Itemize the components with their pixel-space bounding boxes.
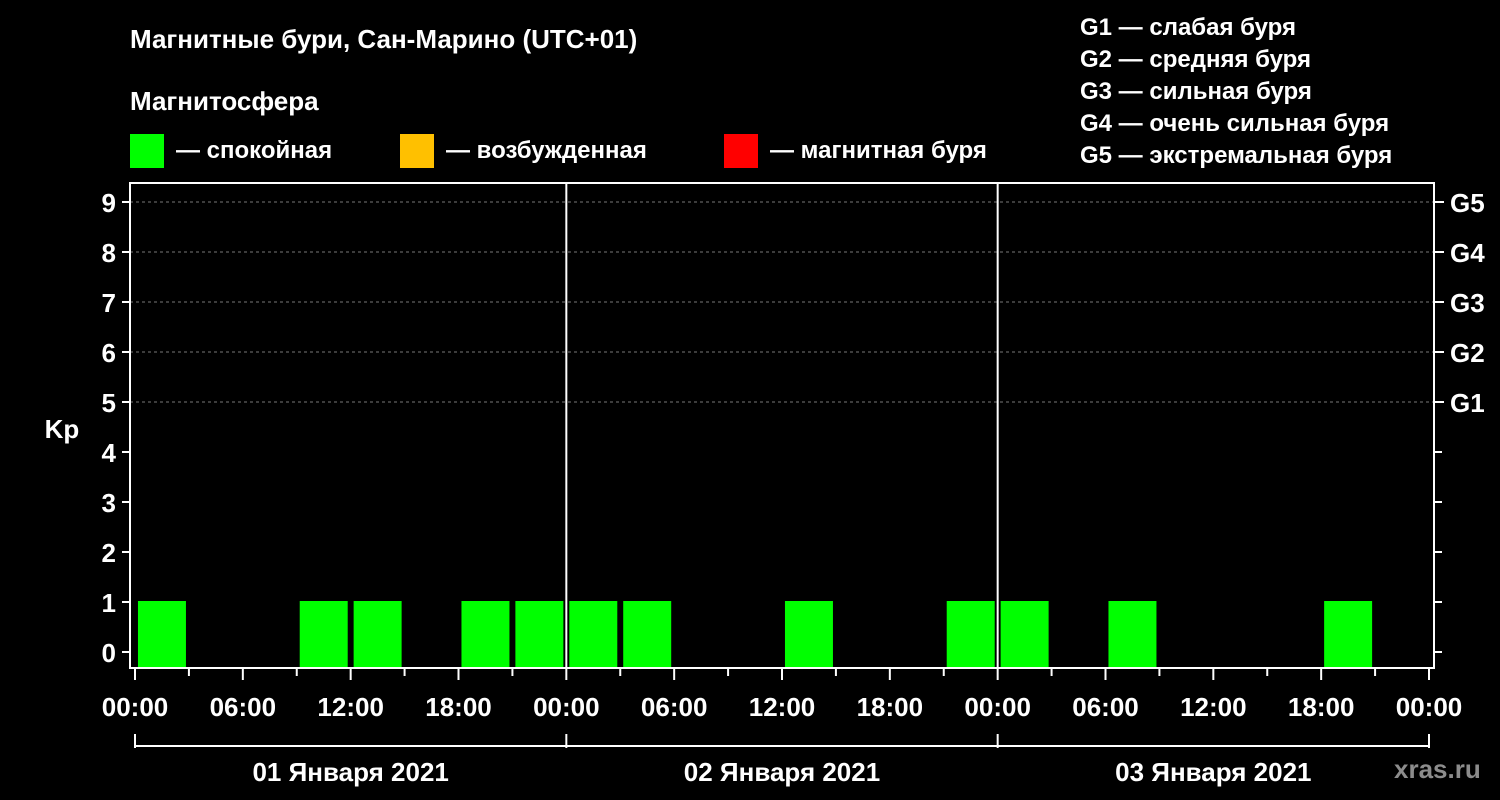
y-tick-label: 7 [102, 288, 116, 318]
y-tick-label: 0 [102, 638, 116, 668]
x-tick-label: 06:00 [641, 692, 708, 722]
axis-layer: G1 G2 G3 G4 G5 0 1 2 3 4 5 6 7 8 9 00:00 06:00 12:00 18:00… [102, 182, 1485, 787]
watermark: xras.ru [1394, 754, 1481, 784]
x-tick-label: 06:00 [210, 692, 277, 722]
kp-bar [1324, 601, 1373, 667]
x-tick-label: 12:00 [1180, 692, 1247, 722]
x-tick-label: 06:00 [1072, 692, 1139, 722]
kp-bar [353, 601, 402, 667]
kp-bar [569, 601, 618, 667]
day-label: 02 Января 2021 [684, 757, 880, 787]
x-tick-label: 18:00 [1288, 692, 1355, 722]
bar-layer [137, 601, 1373, 667]
g-tick-label: G2 [1450, 338, 1485, 368]
kp-bar [137, 601, 186, 667]
y-tick-label: 5 [102, 388, 116, 418]
g-tick-label: G3 [1450, 288, 1485, 318]
g-tick-label: G1 [1450, 388, 1485, 418]
x-tick-label: 00:00 [1396, 692, 1463, 722]
g-tick-label: G5 [1450, 188, 1485, 218]
y-tick-label: 8 [102, 238, 116, 268]
x-tick-label: 00:00 [102, 692, 169, 722]
y-tick-label: 2 [102, 538, 116, 568]
x-tick-label: 18:00 [857, 692, 924, 722]
x-tick-label: 12:00 [749, 692, 816, 722]
x-tick-label: 12:00 [317, 692, 384, 722]
kp-bar [946, 601, 995, 667]
g-tick-label: G4 [1450, 238, 1485, 268]
y-tick-label: 3 [102, 488, 116, 518]
y-tick-label: 6 [102, 338, 116, 368]
kp-bar [1108, 601, 1157, 667]
day-label: 01 Января 2021 [252, 757, 448, 787]
y-tick-label: 4 [102, 438, 117, 468]
kp-chart: G1 G2 G3 G4 G5 0 1 2 3 4 5 6 7 8 9 00:00 06:00 12:00 18:00… [45, 182, 1485, 787]
x-tick-label: 00:00 [964, 692, 1031, 722]
y-axis-label: Kp [45, 414, 80, 444]
day-label: 03 Января 2021 [1115, 757, 1311, 787]
kp-bar [461, 601, 510, 667]
kp-bar [299, 601, 348, 667]
kp-bar [784, 601, 833, 667]
kp-bar [623, 601, 672, 667]
plot-frame [129, 182, 1435, 669]
kp-bar [515, 601, 564, 667]
y-tick-label: 1 [102, 588, 116, 618]
kp-bar [1000, 601, 1049, 667]
x-tick-label: 18:00 [425, 692, 492, 722]
x-tick-label: 00:00 [533, 692, 600, 722]
grid-layer [130, 201, 1434, 403]
y-tick-label: 9 [102, 188, 116, 218]
